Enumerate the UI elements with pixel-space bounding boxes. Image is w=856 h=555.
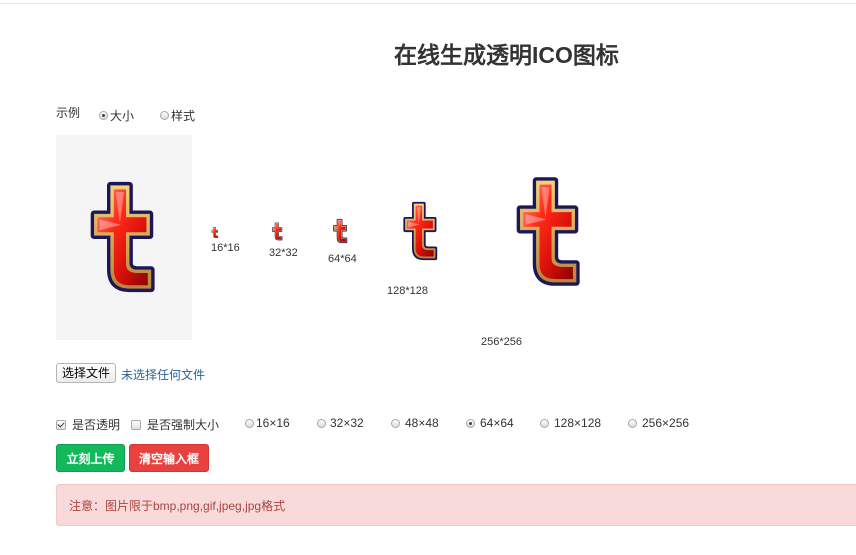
example-label: 示例: [56, 106, 81, 120]
preview-16-label: 16*16: [211, 242, 240, 254]
radio-size-indicator[interactable]: [99, 111, 108, 120]
size-option-16[interactable]: 16×16: [245, 416, 290, 430]
preview-128-label: 128*128: [387, 285, 428, 297]
source-image-preview: [56, 135, 192, 340]
size-option-48[interactable]: 48×48: [391, 416, 439, 430]
size-32-radio[interactable]: [317, 418, 326, 428]
size-128-label: 128×128: [554, 416, 602, 430]
size-16-label: 16×16: [256, 416, 290, 430]
preview-64-label: 64*64: [328, 253, 357, 265]
size-256-label: 256×256: [642, 416, 690, 430]
force-size-label: 是否强制大小: [147, 418, 220, 432]
size-16-radio[interactable]: [245, 418, 254, 428]
upload-button[interactable]: 立刻上传: [56, 444, 125, 472]
radio-style-label: 样式: [171, 109, 196, 123]
transparent-checkbox[interactable]: [56, 419, 66, 430]
force-size-checkbox[interactable]: [131, 419, 141, 430]
radio-size[interactable]: 大小: [99, 107, 134, 124]
radio-size-label: 大小: [110, 109, 135, 123]
page-title: 在线生成透明ICO图标: [394, 42, 619, 68]
preview-16-icon: [211, 227, 219, 238]
size-256-radio[interactable]: [628, 418, 637, 428]
choose-file-button[interactable]: 选择文件: [56, 363, 117, 383]
radio-style-indicator[interactable]: [160, 111, 169, 120]
size-option-64[interactable]: 64×64: [466, 416, 514, 430]
size-48-radio[interactable]: [391, 418, 400, 428]
option-force-size[interactable]: 是否强制大小: [131, 416, 219, 433]
size-option-32[interactable]: 32×32: [317, 416, 364, 430]
size-64-radio[interactable]: [466, 418, 475, 428]
radio-style[interactable]: 样式: [160, 107, 195, 124]
size-64-label: 64×64: [480, 416, 514, 430]
preview-32-label: 32*32: [269, 247, 298, 259]
top-divider: [0, 3, 856, 4]
preview-64-icon: [333, 217, 348, 245]
clear-input-button[interactable]: 清空输入框: [129, 444, 209, 472]
preview-256-label: 256*256: [481, 336, 522, 348]
size-option-256[interactable]: 256×256: [628, 416, 689, 430]
size-128-radio[interactable]: [540, 418, 549, 428]
preview-256-icon: [516, 163, 583, 300]
preview-32-icon: [272, 222, 283, 241]
file-status-text: 未选择任何文件: [121, 368, 206, 382]
option-transparent[interactable]: 是否透明: [56, 416, 120, 433]
preview-128-icon: [403, 197, 439, 265]
size-48-label: 48×48: [405, 416, 439, 430]
format-notice-text: 注意：图片限于bmp,png,gif,jpeg,jpg格式: [69, 498, 286, 513]
size-32-label: 32×32: [330, 416, 364, 430]
size-option-128[interactable]: 128×128: [540, 416, 601, 430]
format-notice: 注意：图片限于bmp,png,gif,jpeg,jpg格式: [56, 484, 856, 526]
letter-t-image: [90, 168, 158, 306]
transparent-label: 是否透明: [72, 418, 121, 432]
